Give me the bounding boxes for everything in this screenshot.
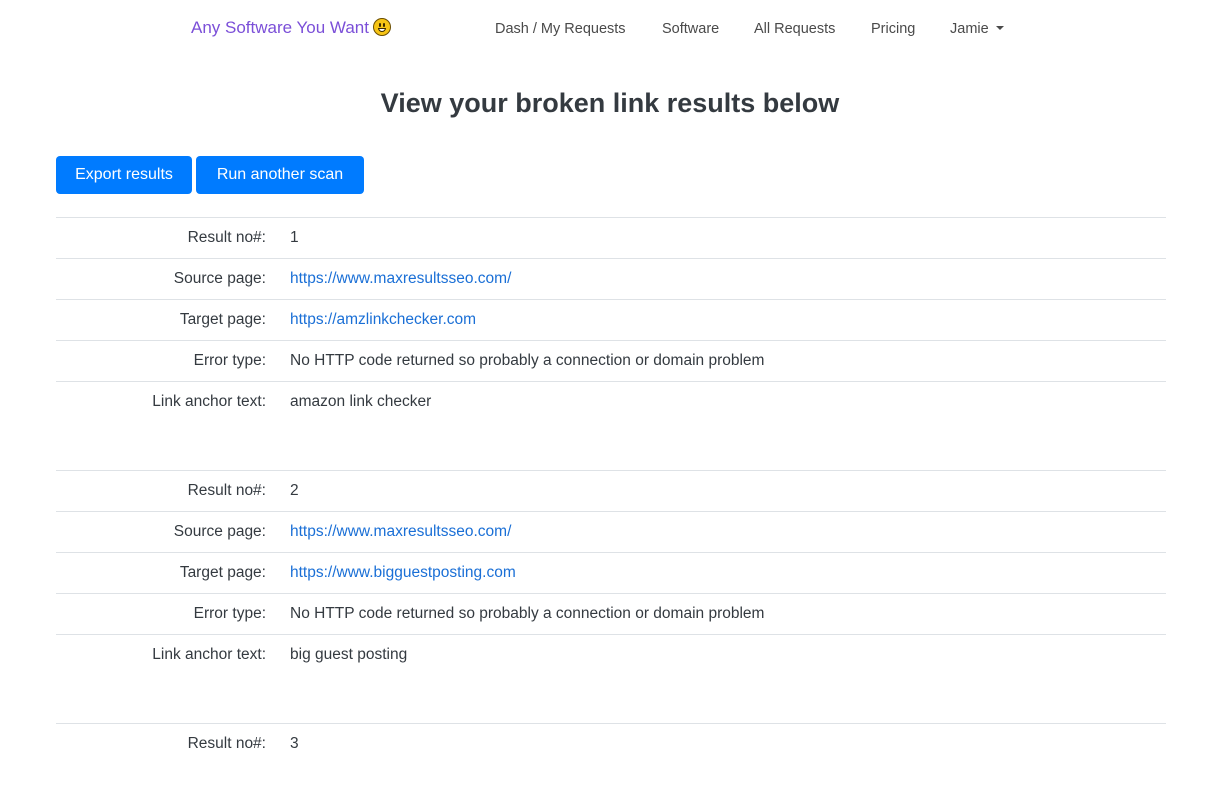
anchor-text-label: Link anchor text: xyxy=(152,393,266,410)
result-number-value: 2 xyxy=(290,482,299,499)
grinning-face-icon xyxy=(372,18,391,36)
source-page-label: Source page: xyxy=(173,523,266,540)
anchor-text-value: big guest posting xyxy=(290,646,408,663)
nav-all-requests[interactable]: All Requests xyxy=(754,21,835,37)
nav-software[interactable]: Software xyxy=(662,21,719,37)
result-row-number: Result no#: 1 xyxy=(56,217,1166,258)
result-row-target: Target page: https://www.bigguestposting… xyxy=(56,552,1166,593)
nav-pricing[interactable]: Pricing xyxy=(871,21,915,37)
results-list: Result no#: 1 Source page: https://www.m… xyxy=(56,217,1166,812)
brand-name: Any Software You Want xyxy=(191,18,369,37)
anchor-text-label: Link anchor text: xyxy=(152,646,266,663)
error-type-label: Error type: xyxy=(193,352,266,369)
target-page-label: Target page: xyxy=(179,311,266,328)
user-name: Jamie xyxy=(950,21,989,37)
result-row-anchor: Link anchor text: big guest posting xyxy=(56,634,1166,675)
result-row-source: Source page: https://www.maxresultsseo.c… xyxy=(56,511,1166,552)
result-number-label: Result no#: xyxy=(187,229,266,246)
navbar: Any Software You Want Dash / My Requests… xyxy=(0,0,1228,58)
result-number-value: 1 xyxy=(290,229,299,246)
anchor-text-value: amazon link checker xyxy=(290,393,432,410)
caret-down-icon xyxy=(995,26,1004,30)
error-type-value: No HTTP code returned so probably a conn… xyxy=(290,605,765,622)
target-page-label: Target page: xyxy=(179,564,266,581)
result-number-label: Result no#: xyxy=(187,482,266,499)
result-row-number: Result no#: 2 xyxy=(56,470,1166,511)
target-page-link[interactable]: https://amzlinkchecker.com xyxy=(290,311,476,329)
brand-link[interactable]: Any Software You Want xyxy=(191,18,391,38)
target-page-link[interactable]: https://www.bigguestposting.com xyxy=(290,564,516,582)
result-number-label: Result no#: xyxy=(187,735,266,752)
result-row-source: Source page: https://www.maxresultsseo.c… xyxy=(56,258,1166,299)
user-menu-toggle[interactable]: Jamie xyxy=(950,21,1004,37)
error-type-value: No HTTP code returned so probably a conn… xyxy=(290,352,765,369)
result-row-error: Error type: No HTTP code returned so pro… xyxy=(56,593,1166,634)
result-row-target: Target page: https://amzlinkchecker.com xyxy=(56,299,1166,340)
run-another-scan-button[interactable]: Run another scan xyxy=(196,156,364,194)
export-results-button[interactable]: Export results xyxy=(56,156,192,194)
error-type-label: Error type: xyxy=(193,605,266,622)
nav-dash-my-requests[interactable]: Dash / My Requests xyxy=(495,21,626,37)
source-page-link[interactable]: https://www.maxresultsseo.com/ xyxy=(290,523,511,541)
source-page-link[interactable]: https://www.maxresultsseo.com/ xyxy=(290,270,511,288)
source-page-label: Source page: xyxy=(173,270,266,287)
result-row-error: Error type: No HTTP code returned so pro… xyxy=(56,340,1166,381)
result-row-anchor: Link anchor text: amazon link checker xyxy=(56,381,1166,422)
result-number-value: 3 xyxy=(290,735,299,752)
result-block: Result no#: 2 Source page: https://www.m… xyxy=(56,470,1166,675)
result-block: Result no#: 1 Source page: https://www.m… xyxy=(56,217,1166,422)
page-title: View your broken link results below xyxy=(380,88,840,118)
